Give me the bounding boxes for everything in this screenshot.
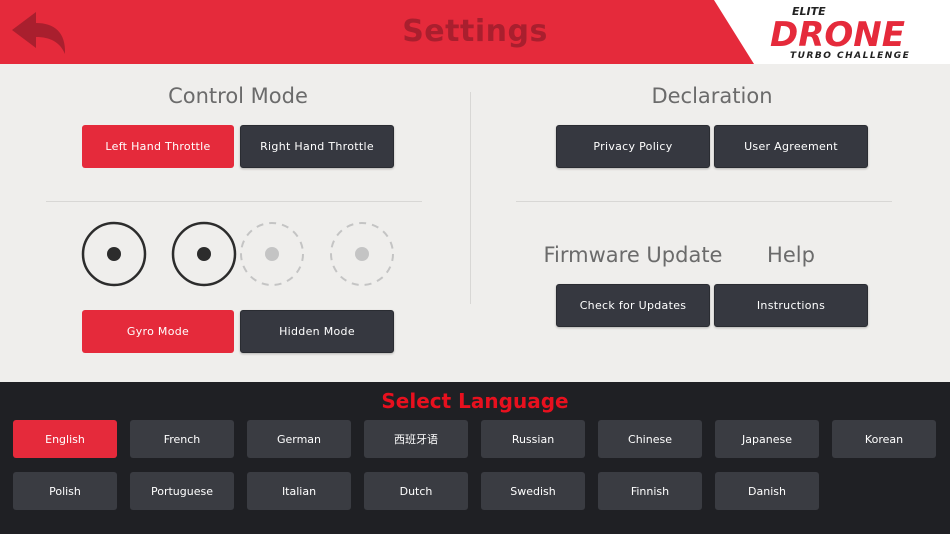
check-for-updates-button[interactable]: Check for Updates bbox=[556, 284, 710, 327]
privacy-policy-button[interactable]: Privacy Policy bbox=[556, 125, 710, 168]
language-button-chinese[interactable]: Chinese bbox=[598, 420, 702, 458]
language-button-german[interactable]: German bbox=[247, 420, 351, 458]
language-button-korean[interactable]: Korean bbox=[832, 420, 936, 458]
joystick-left-icon bbox=[81, 221, 147, 287]
firmware-update-title: Firmware Update bbox=[543, 243, 723, 267]
language-button-english[interactable]: English bbox=[13, 420, 117, 458]
section-divider bbox=[470, 92, 471, 304]
header-bar: Settings ELITE DRONE TURBO CHALLENGE bbox=[0, 0, 950, 64]
language-button-japanese[interactable]: Japanese bbox=[715, 420, 819, 458]
gyro-mode-button[interactable]: Gyro Mode bbox=[82, 310, 234, 353]
language-button-french[interactable]: French bbox=[130, 420, 234, 458]
language-button-finnish[interactable]: Finnish bbox=[598, 472, 702, 510]
joystick-right-hidden-icon bbox=[330, 222, 394, 286]
control-divider bbox=[46, 201, 422, 202]
language-button-swedish[interactable]: Swedish bbox=[481, 472, 585, 510]
right-hand-throttle-button[interactable]: Right Hand Throttle bbox=[240, 125, 394, 168]
language-button-russian[interactable]: Russian bbox=[481, 420, 585, 458]
language-button-danish[interactable]: Danish bbox=[715, 472, 819, 510]
language-panel: Select Language English French German 西班… bbox=[0, 382, 950, 534]
language-button-dutch[interactable]: Dutch bbox=[364, 472, 468, 510]
control-mode-title: Control Mode bbox=[168, 84, 308, 108]
user-agreement-button[interactable]: User Agreement bbox=[714, 125, 868, 168]
instructions-button[interactable]: Instructions bbox=[714, 284, 868, 327]
language-button-italian[interactable]: Italian bbox=[247, 472, 351, 510]
declaration-divider bbox=[516, 201, 892, 202]
left-hand-throttle-button[interactable]: Left Hand Throttle bbox=[82, 125, 234, 168]
elite-drone-logo: ELITE DRONE TURBO CHALLENGE bbox=[714, 0, 950, 64]
joystick-left-hidden-icon bbox=[240, 222, 304, 286]
select-language-title: Select Language bbox=[381, 389, 569, 413]
language-button-spanish[interactable]: 西班牙语 bbox=[364, 420, 468, 458]
language-button-portuguese[interactable]: Portuguese bbox=[130, 472, 234, 510]
help-title: Help bbox=[767, 243, 815, 267]
hidden-mode-button[interactable]: Hidden Mode bbox=[240, 310, 394, 353]
joystick-right-icon bbox=[171, 221, 237, 287]
language-button-polish[interactable]: Polish bbox=[13, 472, 117, 510]
declaration-title: Declaration bbox=[651, 84, 773, 108]
svg-text:DRONE: DRONE bbox=[770, 15, 905, 55]
svg-text:TURBO CHALLENGE: TURBO CHALLENGE bbox=[790, 51, 910, 61]
